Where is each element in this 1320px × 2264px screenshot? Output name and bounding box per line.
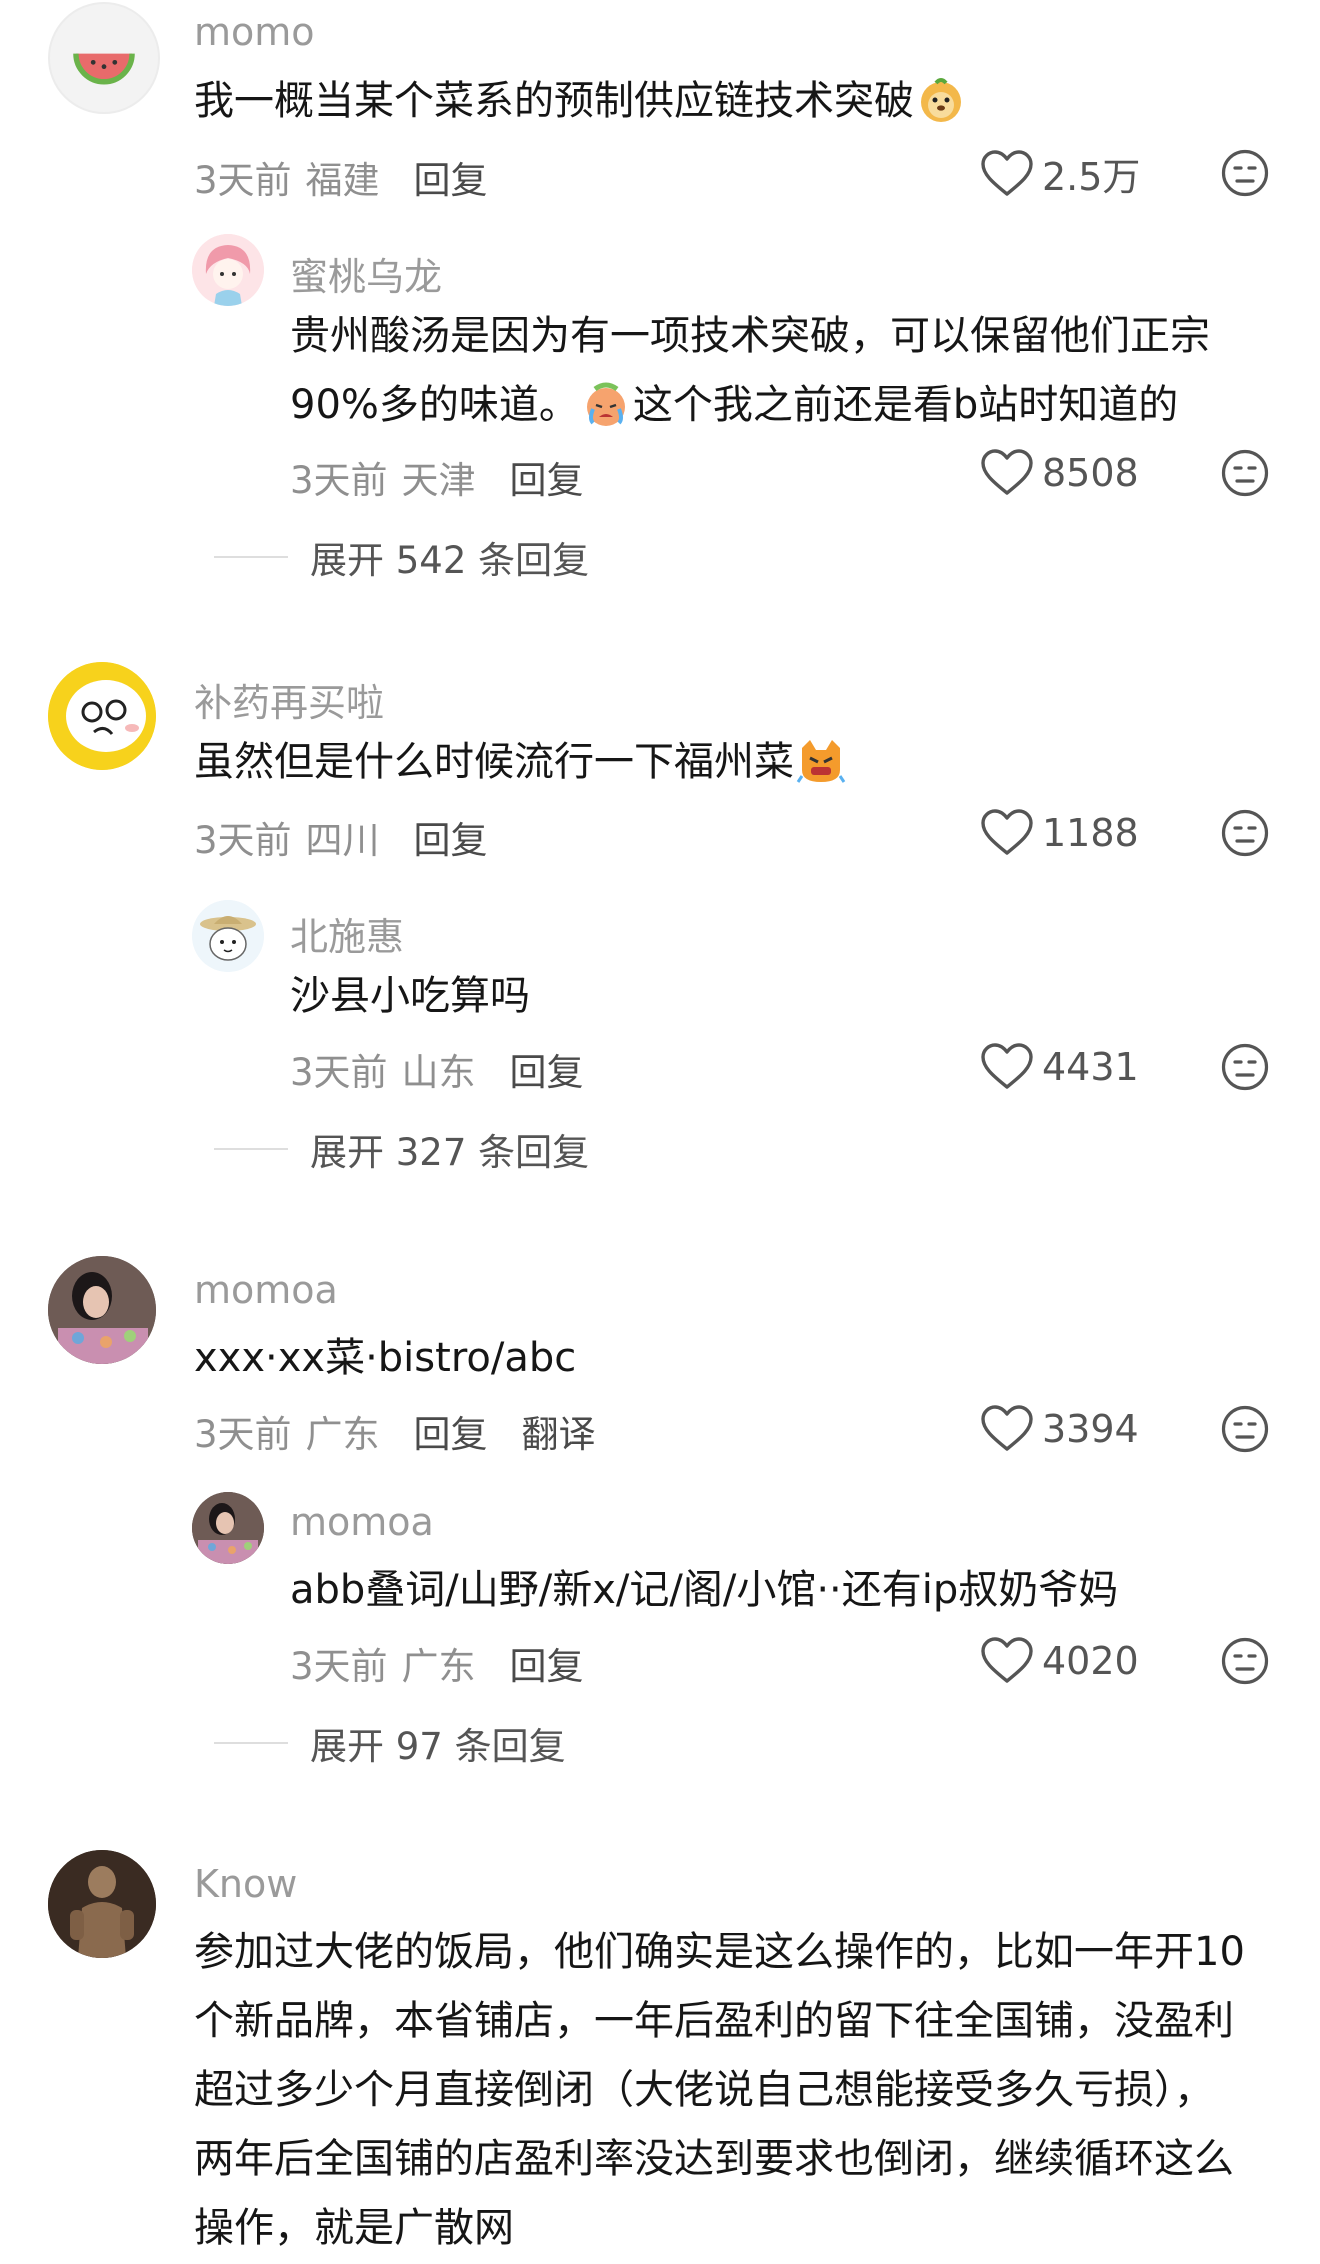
heart-outline-icon xyxy=(981,1043,1033,1089)
frown-face-icon[interactable] xyxy=(1220,148,1270,198)
avatar[interactable] xyxy=(192,900,264,972)
reply-button[interactable]: 回复 xyxy=(414,150,488,204)
frown-face-icon[interactable] xyxy=(1220,1042,1270,1092)
reply-time: 3天前 xyxy=(290,1645,388,1688)
reply-meta: 3天前 山东 回复 xyxy=(290,1042,584,1096)
photo-avatar-icon xyxy=(48,1256,156,1364)
lion-face-emoji xyxy=(916,75,966,125)
comment-location: 福建 xyxy=(305,159,380,202)
avatar[interactable] xyxy=(48,2,160,114)
comment-item: momo 我一概当某个菜系的预制供应链技术突破 3天前 福建 回复 2.5万 蜜… xyxy=(0,0,1320,620)
watermelon-icon xyxy=(73,53,135,85)
comment-item: Know 参加过大佬的饭局，他们确实是这么操作的，比如一年开10个新品牌，本省铺… xyxy=(0,1850,1320,2264)
angry-cat-emoji xyxy=(796,736,846,786)
reply-username[interactable]: 北施惠 xyxy=(290,906,404,961)
expand-replies-label: 展开 542 条回复 xyxy=(310,539,590,582)
comment-meta: 3天前 广东 回复 翻译 xyxy=(194,1404,596,1458)
comment-time: 3天前 xyxy=(194,819,292,862)
reply-text: 沙县小吃算吗 xyxy=(290,973,530,1019)
reply-location: 天津 xyxy=(401,459,476,502)
expand-replies-button[interactable]: 展开 327 条回复 xyxy=(214,1122,589,1176)
like-count: 2.5万 xyxy=(1042,155,1141,199)
like-button[interactable]: 8508 xyxy=(980,448,1139,498)
comment-text: 参加过大佬的饭局，他们确实是这么操作的，比如一年开10个新品牌，本省铺店，一年后… xyxy=(194,1929,1245,2251)
comment-location: 广东 xyxy=(305,1413,380,1456)
comment-item: momoa xxx·xx菜·bistro/abc 3天前 广东 回复 翻译 33… xyxy=(0,1256,1320,1816)
like-button[interactable]: 3394 xyxy=(980,1404,1139,1454)
comment-meta: 3天前 四川 回复 xyxy=(194,810,488,864)
frown-face-icon[interactable] xyxy=(1220,1404,1270,1454)
comment-text: 虽然但是什么时候流行一下福州菜 xyxy=(194,728,1250,797)
comment-username[interactable]: momo xyxy=(194,10,315,54)
like-button[interactable]: 2.5万 xyxy=(980,146,1140,201)
comment-text: xxx·xx菜·bistro/abc xyxy=(194,1335,577,1381)
divider-line xyxy=(214,1148,288,1150)
reply-location: 广东 xyxy=(401,1645,476,1688)
reply-time: 3天前 xyxy=(290,459,388,502)
comment-text: 我一概当某个菜系的预制供应链技术突破 xyxy=(194,67,1250,136)
reply-text: 贵州酸汤是因为有一项技术突破，可以保留他们正宗90%多的味道。 这个我之前还是看b… xyxy=(290,313,1210,429)
expand-replies-label: 展开 327 条回复 xyxy=(310,1131,590,1174)
heart-outline-icon xyxy=(981,1637,1033,1683)
reply-button[interactable]: 回复 xyxy=(414,1404,488,1458)
heart-outline-icon xyxy=(981,449,1033,495)
comment-meta: 3天前 福建 回复 xyxy=(194,150,488,204)
reply-button[interactable]: 回复 xyxy=(510,1636,584,1690)
heart-outline-icon xyxy=(981,1405,1033,1451)
frown-face-icon[interactable] xyxy=(1220,808,1270,858)
photo-avatar-icon xyxy=(192,1492,264,1564)
girl-avatar-icon xyxy=(192,234,264,306)
reply-meta: 3天前 天津 回复 xyxy=(290,450,584,504)
crying-face-emoji xyxy=(581,379,631,429)
divider-line xyxy=(214,1742,288,1744)
like-count: 8508 xyxy=(1042,451,1139,495)
reply-username[interactable]: 蜜桃乌龙 xyxy=(290,246,442,301)
frown-face-icon[interactable] xyxy=(1220,448,1270,498)
comment-location: 四川 xyxy=(305,819,380,862)
terracotta-warrior-avatar-icon xyxy=(48,1850,156,1958)
avatar[interactable] xyxy=(192,1492,264,1564)
frown-face-icon[interactable] xyxy=(1220,1636,1270,1686)
expand-replies-label: 展开 97 条回复 xyxy=(310,1725,566,1768)
reply-button[interactable]: 回复 xyxy=(414,810,488,864)
divider-line xyxy=(214,556,288,558)
like-count: 1188 xyxy=(1042,811,1139,855)
heart-outline-icon xyxy=(981,149,1033,196)
comment-username[interactable]: 补药再买啦 xyxy=(194,672,384,727)
like-count: 4020 xyxy=(1042,1639,1139,1683)
reply-meta: 3天前 广东 回复 xyxy=(290,1636,584,1690)
expand-replies-button[interactable]: 展开 97 条回复 xyxy=(214,1716,566,1770)
comment-time: 3天前 xyxy=(194,159,292,202)
translate-button[interactable]: 翻译 xyxy=(522,1404,596,1458)
like-count: 3394 xyxy=(1042,1407,1139,1451)
avatar[interactable] xyxy=(48,1850,156,1958)
reply-text: abb叠词/山野/新x/记/阁/小馆··还有ip叔奶爷妈 xyxy=(290,1567,1119,1613)
comment-time: 3天前 xyxy=(194,1413,292,1456)
hat-character-avatar-icon xyxy=(192,900,264,972)
like-button[interactable]: 4431 xyxy=(980,1042,1139,1092)
avatar[interactable] xyxy=(48,1256,156,1364)
cartoon-face-avatar-icon xyxy=(48,662,156,770)
like-button[interactable]: 4020 xyxy=(980,1636,1139,1686)
reply-time: 3天前 xyxy=(290,1051,388,1094)
reply-button[interactable]: 回复 xyxy=(510,1042,584,1096)
comment-item: 补药再买啦 虽然但是什么时候流行一下福州菜 3天前 四川 回复 1188 北施惠… xyxy=(0,660,1320,1220)
expand-replies-button[interactable]: 展开 542 条回复 xyxy=(214,530,589,584)
heart-outline-icon xyxy=(981,809,1033,855)
comment-username[interactable]: momoa xyxy=(194,1268,338,1312)
comment-username[interactable]: Know xyxy=(194,1862,297,1906)
reply-button[interactable]: 回复 xyxy=(510,450,584,504)
reply-username[interactable]: momoa xyxy=(290,1500,434,1544)
avatar[interactable] xyxy=(48,662,156,770)
like-count: 4431 xyxy=(1042,1045,1139,1089)
avatar[interactable] xyxy=(192,234,264,306)
reply-location: 山东 xyxy=(401,1051,476,1094)
like-button[interactable]: 1188 xyxy=(980,808,1139,858)
